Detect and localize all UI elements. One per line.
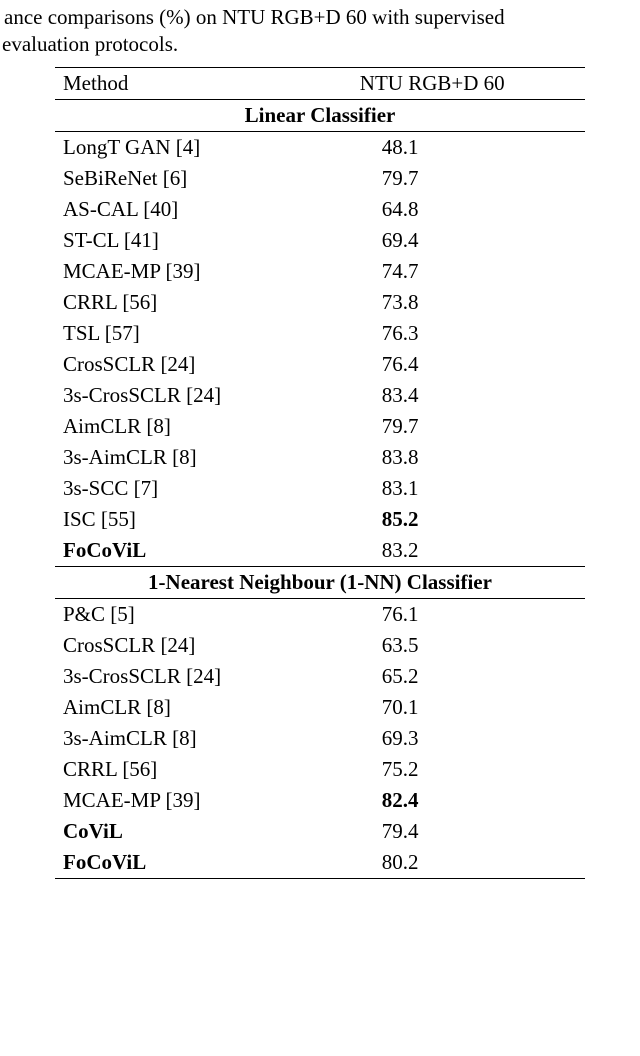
value-cell: 75.2 bbox=[352, 754, 585, 785]
value-cell: 79.4 bbox=[352, 816, 585, 847]
value-cell: 79.7 bbox=[352, 163, 585, 194]
method-cell: 3s-SCC [7] bbox=[55, 473, 352, 504]
method-cell: P&C [5] bbox=[55, 598, 352, 630]
table-row: FoCoViL83.2 bbox=[55, 535, 585, 567]
method-cell: 3s-CrosSCLR [24] bbox=[55, 380, 352, 411]
table-row: MCAE-MP [39]74.7 bbox=[55, 256, 585, 287]
section-nn-label: 1-Nearest Neighbour (1-NN) Classifier bbox=[55, 566, 585, 598]
method-cell: ISC [55] bbox=[55, 504, 352, 535]
method-cell: AS-CAL [40] bbox=[55, 194, 352, 225]
table-row: ISC [55]85.2 bbox=[55, 504, 585, 535]
value-cell: 83.1 bbox=[352, 473, 585, 504]
value-cell: 69.3 bbox=[352, 723, 585, 754]
table-row: MCAE-MP [39]82.4 bbox=[55, 785, 585, 816]
value-cell: 64.8 bbox=[352, 194, 585, 225]
table-row: 3s-AimCLR [8]83.8 bbox=[55, 442, 585, 473]
method-cell: 3s-AimCLR [8] bbox=[55, 442, 352, 473]
value-cell: 63.5 bbox=[352, 630, 585, 661]
method-cell: 3s-AimCLR [8] bbox=[55, 723, 352, 754]
table-row: 3s-CrosSCLR [24]65.2 bbox=[55, 661, 585, 692]
header-value: NTU RGB+D 60 bbox=[352, 67, 585, 99]
table-row: ST-CL [41]69.4 bbox=[55, 225, 585, 256]
header-method: Method bbox=[55, 67, 352, 99]
method-cell: CoViL bbox=[55, 816, 352, 847]
table-row: 3s-AimCLR [8]69.3 bbox=[55, 723, 585, 754]
caption-line-2: evaluation protocols. bbox=[0, 31, 640, 58]
method-cell: FoCoViL bbox=[55, 847, 352, 879]
method-cell: CrosSCLR [24] bbox=[55, 349, 352, 380]
method-cell: AimCLR [8] bbox=[55, 692, 352, 723]
table-row: P&C [5]76.1 bbox=[55, 598, 585, 630]
value-cell: 69.4 bbox=[352, 225, 585, 256]
value-cell: 48.1 bbox=[352, 131, 585, 163]
method-cell: ST-CL [41] bbox=[55, 225, 352, 256]
table-row: TSL [57]76.3 bbox=[55, 318, 585, 349]
value-cell: 74.7 bbox=[352, 256, 585, 287]
value-cell: 65.2 bbox=[352, 661, 585, 692]
method-cell: SeBiReNet [6] bbox=[55, 163, 352, 194]
table-row: CoViL79.4 bbox=[55, 816, 585, 847]
table-row: CRRL [56]73.8 bbox=[55, 287, 585, 318]
section-nn: 1-Nearest Neighbour (1-NN) Classifier bbox=[55, 566, 585, 598]
section-linear: Linear Classifier bbox=[55, 99, 585, 131]
value-cell: 70.1 bbox=[352, 692, 585, 723]
method-cell: 3s-CrosSCLR [24] bbox=[55, 661, 352, 692]
section-linear-label: Linear Classifier bbox=[55, 99, 585, 131]
method-cell: FoCoViL bbox=[55, 535, 352, 567]
results-table: Method NTU RGB+D 60 Linear Classifier Lo… bbox=[55, 67, 585, 879]
table-row: AS-CAL [40]64.8 bbox=[55, 194, 585, 225]
value-cell: 83.2 bbox=[352, 535, 585, 567]
value-cell: 82.4 bbox=[352, 785, 585, 816]
table-row: AimCLR [8]70.1 bbox=[55, 692, 585, 723]
table-row: CrosSCLR [24]76.4 bbox=[55, 349, 585, 380]
table-header-row: Method NTU RGB+D 60 bbox=[55, 67, 585, 99]
method-cell: CRRL [56] bbox=[55, 287, 352, 318]
value-cell: 73.8 bbox=[352, 287, 585, 318]
method-cell: MCAE-MP [39] bbox=[55, 785, 352, 816]
table-row: AimCLR [8]79.7 bbox=[55, 411, 585, 442]
method-cell: CrosSCLR [24] bbox=[55, 630, 352, 661]
method-cell: LongT GAN [4] bbox=[55, 131, 352, 163]
value-cell: 85.2 bbox=[352, 504, 585, 535]
table-row: CRRL [56]75.2 bbox=[55, 754, 585, 785]
value-cell: 76.4 bbox=[352, 349, 585, 380]
table-row: CrosSCLR [24]63.5 bbox=[55, 630, 585, 661]
value-cell: 83.8 bbox=[352, 442, 585, 473]
table-row: LongT GAN [4]48.1 bbox=[55, 131, 585, 163]
table-row: 3s-CrosSCLR [24]83.4 bbox=[55, 380, 585, 411]
method-cell: TSL [57] bbox=[55, 318, 352, 349]
table-row: FoCoViL80.2 bbox=[55, 847, 585, 879]
method-cell: MCAE-MP [39] bbox=[55, 256, 352, 287]
value-cell: 83.4 bbox=[352, 380, 585, 411]
method-cell: AimCLR [8] bbox=[55, 411, 352, 442]
value-cell: 76.1 bbox=[352, 598, 585, 630]
caption-line-1: ance comparisons (%) on NTU RGB+D 60 wit… bbox=[0, 4, 640, 31]
method-cell: CRRL [56] bbox=[55, 754, 352, 785]
table-row: SeBiReNet [6]79.7 bbox=[55, 163, 585, 194]
value-cell: 76.3 bbox=[352, 318, 585, 349]
value-cell: 79.7 bbox=[352, 411, 585, 442]
table-row: 3s-SCC [7]83.1 bbox=[55, 473, 585, 504]
value-cell: 80.2 bbox=[352, 847, 585, 879]
